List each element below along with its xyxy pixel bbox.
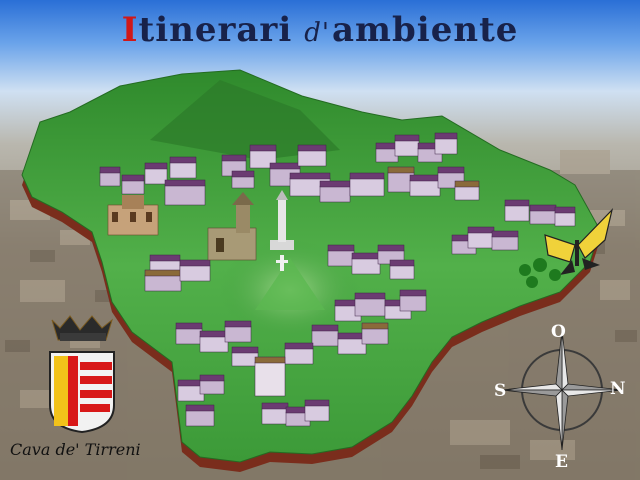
compass-north-label: O	[551, 322, 566, 342]
compass-south-label: E	[555, 452, 568, 472]
town-crest	[49, 315, 115, 434]
compass-west-label: S	[494, 381, 507, 401]
compass-rose-icon	[501, 329, 623, 451]
town-name: Cava de' Tirreni	[10, 440, 141, 459]
compass-east-label: N	[610, 379, 626, 399]
territory-map	[21, 69, 623, 472]
